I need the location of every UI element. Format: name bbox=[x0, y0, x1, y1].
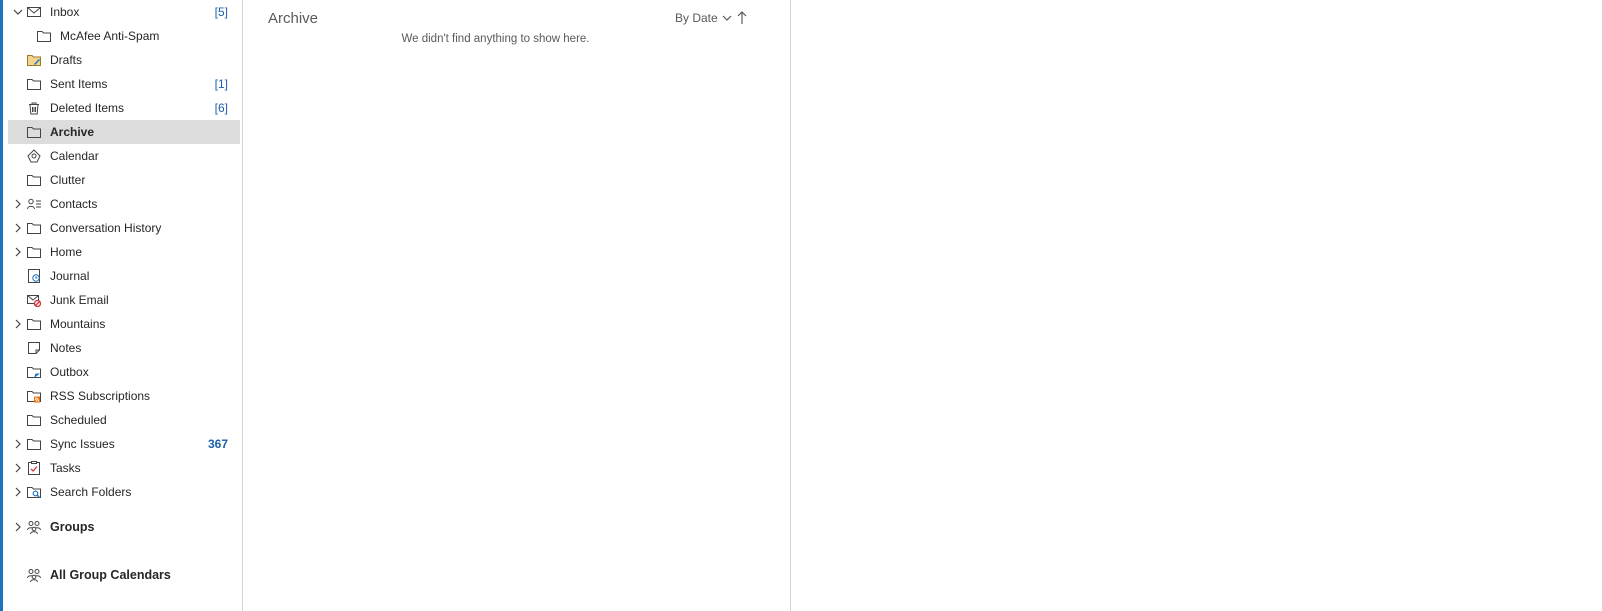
chevron-right-icon[interactable] bbox=[12, 246, 24, 258]
unread-count: [6] bbox=[214, 101, 228, 115]
folder-icon bbox=[26, 76, 42, 92]
mail-icon bbox=[26, 4, 42, 20]
folder-label: Journal bbox=[50, 269, 90, 283]
calendar-icon bbox=[26, 148, 42, 164]
empty-message: We didn't find anything to show here. bbox=[401, 33, 590, 45]
unread-count: [5] bbox=[214, 5, 228, 19]
folder-search-folders[interactable]: Search Folders bbox=[8, 480, 240, 504]
contacts-icon bbox=[26, 196, 42, 212]
folder-label: Notes bbox=[50, 341, 82, 355]
folder-notes[interactable]: Notes bbox=[8, 336, 240, 360]
sort-direction-button[interactable] bbox=[735, 10, 749, 26]
folder-rss-subscriptions[interactable]: RSS Subscriptions bbox=[8, 384, 240, 408]
folder-icon bbox=[26, 316, 42, 332]
groups-icon bbox=[26, 519, 42, 535]
folder-pane: Inbox [5] McAfee Anti-Spam Drafts Sent Items… bbox=[3, 0, 242, 611]
folder-icon bbox=[26, 244, 42, 260]
rss-icon bbox=[26, 388, 42, 404]
folder-label: Calendar bbox=[50, 149, 99, 163]
folder-label: RSS Subscriptions bbox=[50, 389, 151, 403]
folder-groups[interactable]: Groups bbox=[8, 515, 240, 539]
drafts-icon bbox=[26, 52, 42, 68]
folder-calendar[interactable]: Calendar bbox=[8, 144, 240, 168]
folder-label: Conversation History bbox=[50, 221, 162, 235]
folder-contacts[interactable]: Contacts bbox=[8, 192, 240, 216]
folder-label: Scheduled bbox=[50, 413, 107, 427]
folder-label: Inbox bbox=[50, 5, 80, 19]
folder-mountains[interactable]: Mountains bbox=[8, 312, 240, 336]
list-title: Archive bbox=[268, 10, 319, 27]
folder-junk-email[interactable]: Junk Email bbox=[8, 288, 240, 312]
folder-sent-items[interactable]: Sent Items [1] bbox=[8, 72, 240, 96]
folder-icon bbox=[26, 220, 42, 236]
folder-label: Search Folders bbox=[50, 485, 132, 499]
folder-label: Tasks bbox=[50, 461, 81, 475]
folder-outbox[interactable]: Outbox bbox=[8, 360, 240, 384]
folder-clutter[interactable]: Clutter bbox=[8, 168, 240, 192]
folder-icon bbox=[26, 412, 42, 428]
folder-label: Clutter bbox=[50, 173, 86, 187]
message-list-pane: Archive By Date We didn't find anything … bbox=[243, 0, 790, 611]
trash-icon bbox=[26, 100, 42, 116]
notes-icon bbox=[26, 340, 42, 356]
folder-label: Sent Items bbox=[50, 77, 108, 91]
sort-by-button[interactable]: By Date bbox=[675, 11, 732, 25]
folder-label: Sync Issues bbox=[50, 437, 115, 451]
journal-icon bbox=[26, 268, 42, 284]
folder-drafts[interactable]: Drafts bbox=[8, 48, 240, 72]
folder-icon bbox=[26, 172, 42, 188]
folder-icon bbox=[36, 28, 52, 44]
groups-icon bbox=[26, 567, 42, 583]
search-folder-icon bbox=[26, 484, 42, 500]
folder-home[interactable]: Home bbox=[8, 240, 240, 264]
folder-label: McAfee Anti-Spam bbox=[60, 29, 160, 43]
folder-label: Deleted Items bbox=[50, 101, 125, 115]
folder-conversation-history[interactable]: Conversation History bbox=[8, 216, 240, 240]
chevron-right-icon[interactable] bbox=[12, 318, 24, 330]
folder-inbox[interactable]: Inbox [5] bbox=[8, 0, 240, 24]
chevron-right-icon[interactable] bbox=[12, 198, 24, 210]
junk-icon bbox=[26, 292, 42, 308]
unread-count: 367 bbox=[207, 437, 228, 451]
folder-archive[interactable]: Archive bbox=[8, 120, 240, 144]
folder-all-group-calendars[interactable]: All Group Calendars bbox=[8, 563, 240, 587]
sort-by-label: By Date bbox=[675, 11, 718, 25]
outbox-icon bbox=[26, 364, 42, 380]
folder-tasks[interactable]: Tasks bbox=[8, 456, 240, 480]
tasks-icon bbox=[26, 460, 42, 476]
folder-label: Drafts bbox=[50, 53, 83, 67]
chevron-right-icon[interactable] bbox=[12, 521, 24, 533]
folder-icon bbox=[26, 436, 42, 452]
folder-label: Junk Email bbox=[50, 293, 109, 307]
folder-label: Groups bbox=[50, 520, 95, 534]
chevron-right-icon[interactable] bbox=[12, 486, 24, 498]
folder-label: Contacts bbox=[50, 197, 98, 211]
folder-deleted-items[interactable]: Deleted Items [6] bbox=[8, 96, 240, 120]
chevron-right-icon[interactable] bbox=[12, 222, 24, 234]
chevron-down-icon bbox=[722, 13, 732, 23]
chevron-right-icon[interactable] bbox=[12, 438, 24, 450]
unread-count: [1] bbox=[214, 77, 228, 91]
folder-label: Archive bbox=[50, 125, 95, 139]
folder-mcafee-anti-spam[interactable]: McAfee Anti-Spam bbox=[8, 24, 240, 48]
folder-label: Mountains bbox=[50, 317, 106, 331]
folder-icon bbox=[26, 124, 42, 140]
folder-label: Home bbox=[50, 245, 83, 259]
folder-sync-issues[interactable]: Sync Issues 367 bbox=[8, 432, 240, 456]
reading-pane bbox=[791, 0, 1602, 611]
chevron-down-icon[interactable] bbox=[12, 6, 24, 18]
folder-scheduled[interactable]: Scheduled bbox=[8, 408, 240, 432]
folder-label: Outbox bbox=[50, 365, 89, 379]
chevron-right-icon[interactable] bbox=[12, 462, 24, 474]
folder-journal[interactable]: Journal bbox=[8, 264, 240, 288]
arrow-up-icon bbox=[735, 10, 749, 26]
folder-label: All Group Calendars bbox=[50, 568, 171, 582]
